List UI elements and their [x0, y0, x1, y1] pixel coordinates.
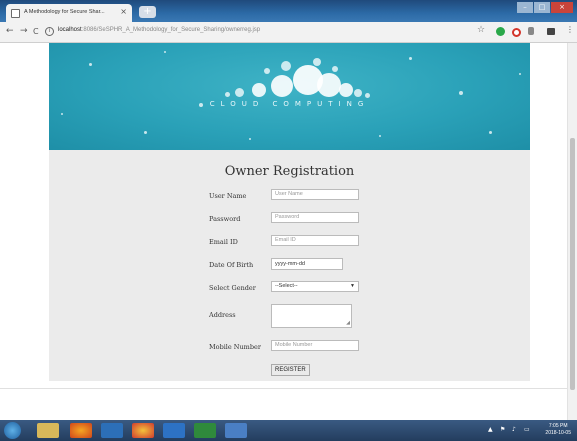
email-row: Email ID Email ID	[49, 235, 530, 251]
email-input[interactable]: Email ID	[271, 235, 359, 246]
extension-green-icon[interactable]	[496, 27, 505, 36]
browser-menu-icon[interactable]: ⋮	[566, 25, 574, 34]
excel-icon[interactable]	[194, 423, 216, 438]
address-bar[interactable]: localhost:8086/SeSPHR_A_Methodology_for_…	[58, 27, 260, 33]
window-controls: – □ ×	[516, 2, 573, 14]
page-viewport: CLOUD COMPUTING Owner Registration User …	[0, 43, 577, 420]
mobile-label: Mobile Number	[209, 343, 261, 351]
form-title: Owner Registration	[224, 164, 355, 179]
banner-title: CLOUD COMPUTING	[209, 100, 370, 108]
volume-icon[interactable]: ♪	[512, 426, 516, 433]
opera-extension-icon[interactable]	[512, 28, 521, 37]
dob-date-input[interactable]: yyyy-mm-dd	[271, 258, 343, 270]
tray-arrow-icon[interactable]: ▲	[488, 426, 493, 433]
shield-extension-icon[interactable]	[528, 27, 534, 35]
gender-row: Select Gender --Select-- ▼	[49, 281, 530, 297]
email-label: Email ID	[209, 238, 238, 246]
tab-title: A Methodology for Secure Shar...	[24, 9, 105, 15]
owner-registration-form: Owner Registration User Name User Name P…	[49, 150, 530, 381]
minimize-button[interactable]: –	[517, 2, 533, 13]
extension-grid-icon[interactable]	[547, 28, 555, 35]
site-info-icon[interactable]: i	[45, 27, 54, 36]
browser-tab-bar: A Methodology for Secure Shar... × + – □ ×	[0, 0, 577, 22]
address-textarea[interactable]: ◢	[271, 304, 352, 328]
windows-taskbar: ▲ ⚑ ♪ ▭ 7:05 PM 2018-10-05	[0, 420, 577, 441]
username-label: User Name	[209, 192, 247, 200]
firefox-icon[interactable]	[70, 423, 92, 438]
clock-date: 2018-10-05	[545, 430, 571, 436]
forward-button[interactable]: →	[20, 26, 28, 36]
resize-handle-icon[interactable]: ◢	[346, 320, 350, 326]
username-row: User Name User Name	[49, 189, 530, 205]
address-row: Address ◢	[49, 304, 530, 334]
cloud-computing-banner: CLOUD COMPUTING	[49, 43, 530, 150]
eclipse-icon[interactable]	[101, 423, 123, 438]
password-label: Password	[209, 215, 241, 223]
address-label: Address	[209, 311, 236, 319]
scrollbar-thumb[interactable]	[570, 138, 575, 390]
url-path: :8086/SeSPHR_A_Methodology_for_Secure_Sh…	[81, 27, 261, 33]
page-favicon-icon	[11, 9, 20, 18]
chrome-icon[interactable]	[132, 423, 154, 438]
reload-button[interactable]: C	[33, 27, 39, 36]
close-tab-icon[interactable]: ×	[120, 7, 127, 16]
bookmark-star-icon[interactable]: ☆	[477, 25, 485, 35]
maximize-button[interactable]: □	[534, 2, 550, 13]
new-tab-button[interactable]: +	[139, 6, 156, 18]
dob-row: Date Of Birth yyyy-mm-dd	[49, 258, 530, 274]
clock-time: 7:05 PM	[548, 423, 568, 429]
mobile-input[interactable]: Mobile Number	[271, 340, 359, 351]
gender-label: Select Gender	[209, 284, 256, 292]
password-input[interactable]: Password	[271, 212, 359, 223]
username-input[interactable]: User Name	[271, 189, 359, 200]
flag-icon[interactable]: ⚑	[500, 426, 505, 433]
register-button[interactable]: REGISTER	[271, 364, 310, 376]
mobile-row: Mobile Number Mobile Number	[49, 340, 530, 356]
dropdown-arrow-icon: ▼	[350, 283, 355, 289]
gender-select-value: --Select--	[275, 283, 298, 289]
page-scrollbar[interactable]	[567, 43, 577, 420]
app-window-icon[interactable]	[225, 423, 247, 438]
dob-label: Date Of Birth	[209, 261, 254, 269]
page-divider	[0, 388, 568, 389]
password-row: Password Password	[49, 212, 530, 228]
file-explorer-icon[interactable]	[37, 423, 59, 438]
browser-toolbar: ← → C i localhost:8086/SeSPHR_A_Methodol…	[0, 22, 577, 43]
gender-select[interactable]: --Select-- ▼	[271, 281, 359, 292]
close-window-button[interactable]: ×	[551, 2, 573, 13]
url-host: localhost	[58, 27, 82, 33]
network-icon[interactable]: ▭	[524, 426, 530, 433]
back-button[interactable]: ←	[6, 26, 14, 36]
app-cube-icon[interactable]	[163, 423, 185, 438]
start-button-icon[interactable]	[4, 422, 21, 439]
browser-tab[interactable]: A Methodology for Secure Shar... ×	[6, 4, 132, 22]
taskbar-clock[interactable]: 7:05 PM 2018-10-05	[545, 423, 571, 437]
